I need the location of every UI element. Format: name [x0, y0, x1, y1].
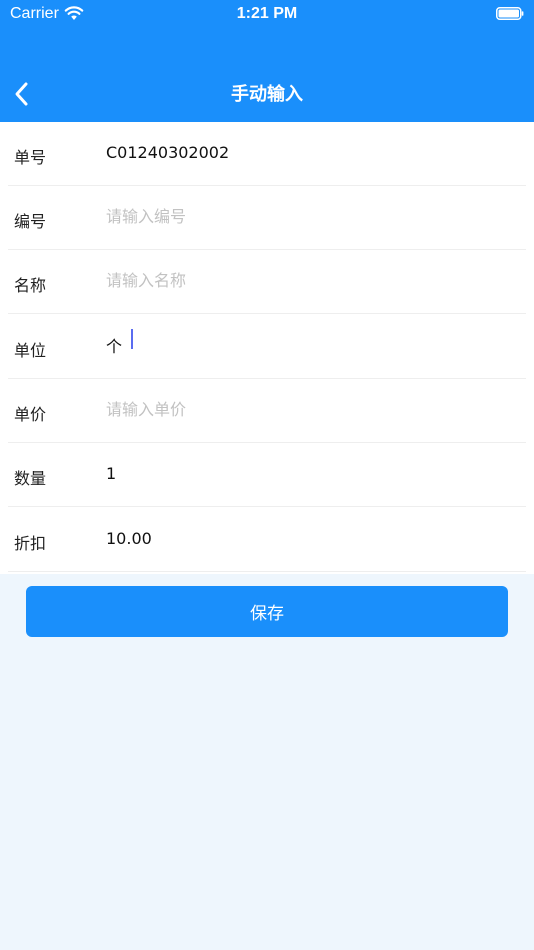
code-label: 编号: [14, 212, 47, 231]
save-button[interactable]: 保存: [26, 586, 508, 637]
app-header: Carrier 1:21 PM 手动输入: [0, 0, 534, 122]
quantity-input[interactable]: [106, 453, 506, 493]
name-input[interactable]: [106, 260, 506, 300]
unit-price-input[interactable]: [106, 389, 506, 429]
form-row-order-number: 单号: [8, 122, 526, 186]
discount-label: 折扣: [14, 534, 47, 553]
form-row-quantity: 数量: [8, 443, 526, 507]
form-row-unit-price: 单价: [8, 379, 526, 443]
order-number-input[interactable]: [106, 132, 506, 172]
name-label: 名称: [14, 276, 47, 295]
page-title: 手动输入: [231, 84, 303, 105]
quantity-label: 数量: [14, 469, 47, 488]
manual-entry-form: 单号 编号 名称 单位 单价 数量 折扣: [0, 122, 534, 574]
form-row-unit: 单位: [8, 315, 526, 379]
unit-input[interactable]: [106, 325, 506, 365]
unit-label: 单位: [14, 341, 47, 360]
form-row-code: 编号: [8, 186, 526, 250]
unit-price-label: 单价: [14, 405, 47, 424]
battery-full-icon: [496, 7, 524, 20]
status-bar: Carrier 1:21 PM: [0, 0, 534, 28]
form-row-name: 名称: [8, 250, 526, 314]
code-input[interactable]: [106, 196, 506, 236]
order-number-label: 单号: [14, 148, 47, 167]
status-time: 1:21 PM: [236, 5, 298, 22]
form-row-discount: 折扣: [8, 508, 526, 572]
discount-input[interactable]: [106, 518, 506, 558]
navigation-bar: 手动输入: [0, 70, 534, 118]
text-cursor: [131, 329, 133, 349]
